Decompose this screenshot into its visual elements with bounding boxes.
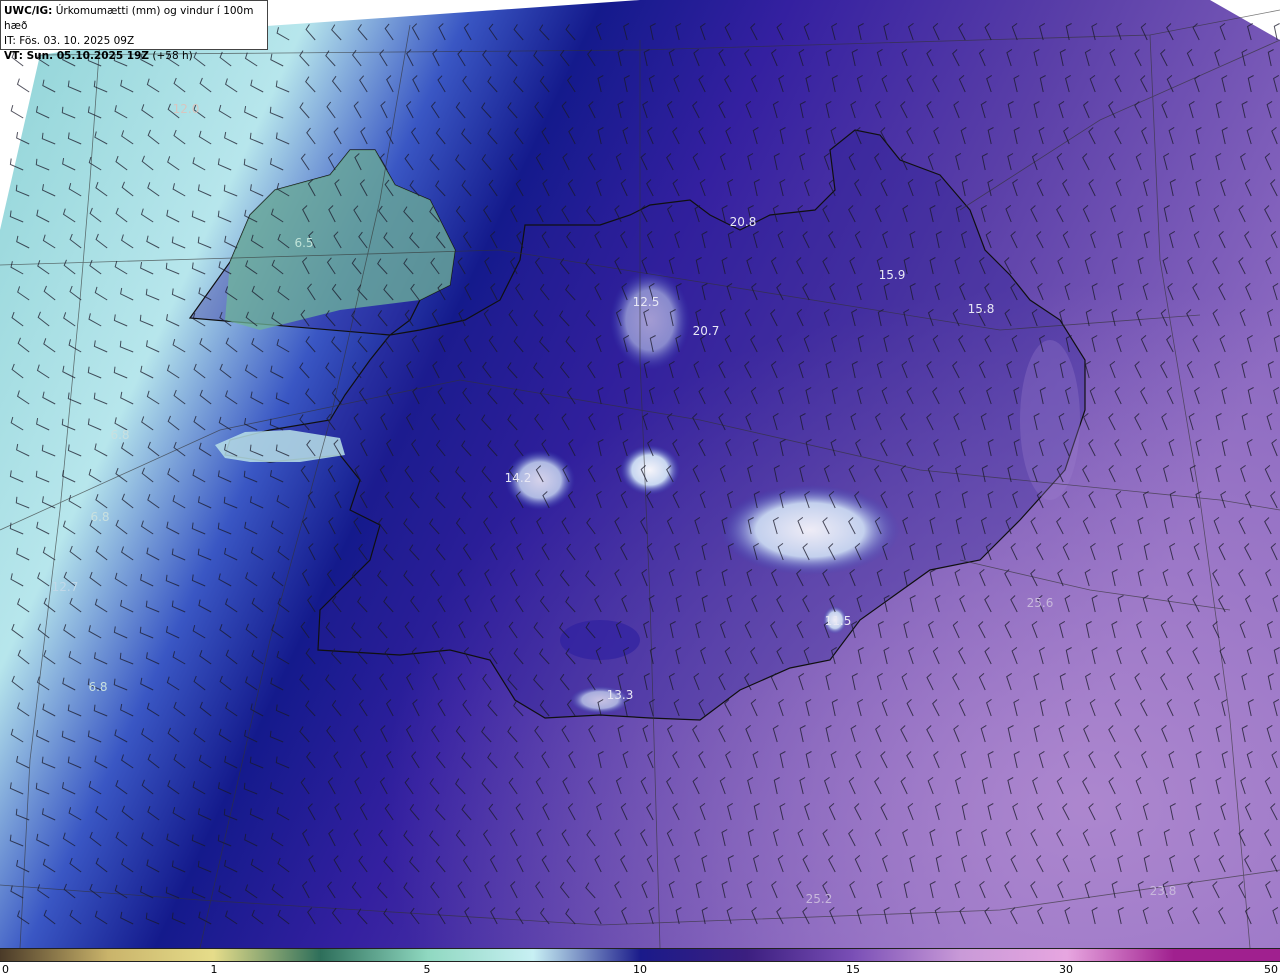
colorbar-tick: 1 [210, 963, 218, 976]
vatnajokull-precip [720, 485, 900, 575]
map-label: 14.2 [505, 471, 532, 485]
precipitation-colorbar [0, 948, 1280, 962]
model-name: UWC/IG: [4, 5, 53, 17]
colorbar-segment [1066, 949, 1175, 961]
colorbar-tick: 50 [1264, 963, 1278, 976]
map-label: 15.9 [879, 268, 906, 282]
colorbar-segment [746, 949, 855, 961]
colorbar-segment [533, 949, 641, 961]
map-label: 12.7 [52, 580, 79, 594]
colorbar-segment [960, 949, 1068, 961]
title-line: UWC/IG: Úrkomumætti (mm) og vindur í 100… [4, 4, 264, 34]
map-label: 11.5 [825, 614, 852, 628]
map-label: 15.8 [968, 302, 995, 316]
valid-time: VT: Sun. 05.10.2025 19Z [4, 50, 150, 62]
map-label: 25.6 [1027, 596, 1054, 610]
map-label: 6.8 [110, 428, 129, 442]
map-label: 12.5 [633, 295, 660, 309]
map-label: 13.3 [607, 688, 634, 702]
colorbar-tick: 30 [1059, 963, 1073, 976]
map-label: 20.7 [693, 324, 720, 338]
colorbar-segment [640, 949, 748, 961]
forecast-offset: (+58 h) [152, 50, 193, 62]
colorbar-tick: 10 [633, 963, 647, 976]
colorbar-segment [426, 949, 535, 961]
map-label: 6.8 [88, 680, 107, 694]
colorbar-segment [1173, 949, 1280, 961]
colorbar-segment [106, 949, 215, 961]
colorbar-segment [853, 949, 961, 961]
map-label: 23.8 [1150, 884, 1177, 898]
colorbar-segment [320, 949, 428, 961]
precipitation-map: 12.0 6.5 20.8 15.9 15.8 12.5 20.7 14.2 1… [0, 0, 1280, 948]
colorbar-tick: 5 [423, 963, 431, 976]
issue-time: IT: Fös. 03. 10. 2025 09Z [4, 35, 135, 47]
map-label: 20.8 [730, 215, 757, 229]
map-label: 6.5 [294, 236, 313, 250]
colorbar-tick: 15 [846, 963, 860, 976]
colorbar-segment [0, 949, 108, 961]
colorbar-segment [213, 949, 321, 961]
map-label: 6.8 [90, 510, 109, 524]
forecast-info-box: UWC/IG: Úrkomumætti (mm) og vindur í 100… [0, 0, 268, 62]
map-label: 25.2 [806, 892, 833, 906]
map-label: 12.0 [173, 102, 200, 116]
valid-time-line: VT: Sun. 05.10.2025 19Z (+58 h) [4, 49, 264, 64]
colorbar-ticks: 0 1 5 10 15 30 50 [0, 962, 1280, 978]
colorbar-tick: 0 [2, 963, 9, 976]
